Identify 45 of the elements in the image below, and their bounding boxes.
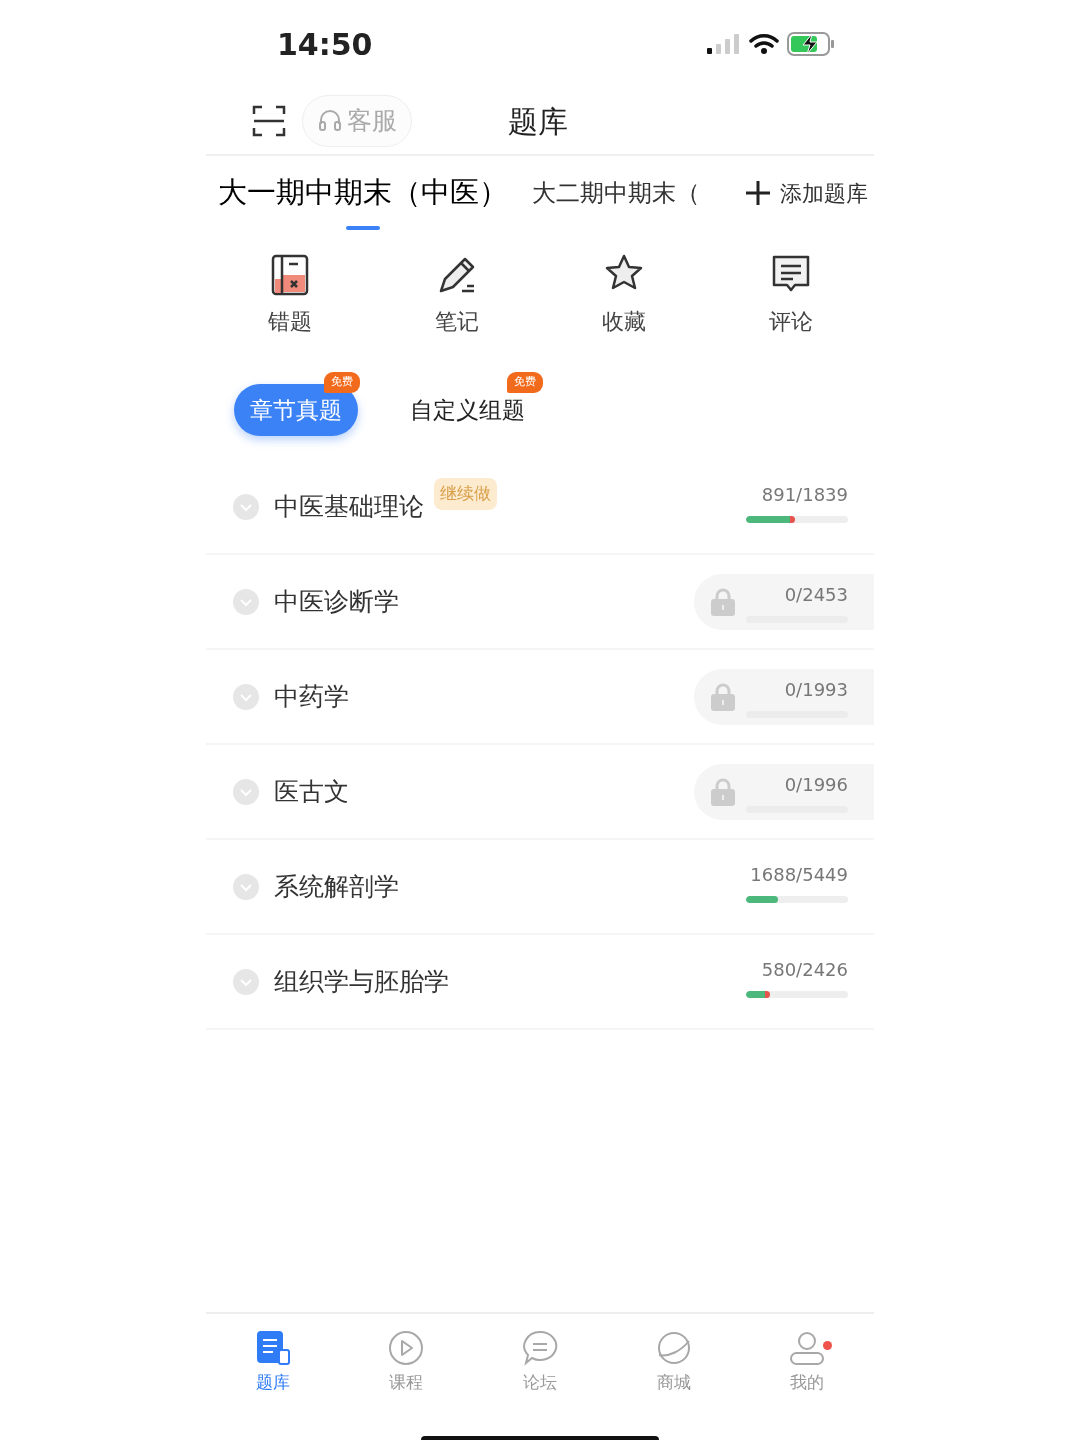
tool-button[interactable]: 笔记	[373, 251, 540, 339]
chevron-down-icon[interactable]	[232, 587, 260, 616]
tool-button[interactable]: 错题	[206, 251, 373, 339]
progress-count: 0/1996	[784, 772, 848, 797]
bank-tab[interactable]: 大二期中期末（	[532, 156, 700, 230]
chevron-down-icon[interactable]	[232, 872, 260, 901]
progress-count: 0/1993	[784, 677, 848, 702]
chapter-name: 组织学与胚胎学	[274, 965, 449, 998]
chapter-name: 系统解剖学	[274, 870, 399, 903]
lock-icon	[710, 776, 736, 807]
chapter-name: 中药学	[274, 680, 349, 713]
free-badge: 免费	[507, 372, 543, 393]
headset-icon	[317, 108, 343, 134]
lock-icon	[710, 586, 736, 617]
tool-button[interactable]: 收藏	[540, 251, 707, 339]
chevron-down-icon[interactable]	[232, 777, 260, 806]
planet-icon	[655, 1330, 692, 1367]
plus-icon	[744, 179, 772, 207]
page-title: 题库	[508, 102, 568, 141]
person-icon	[789, 1330, 826, 1367]
chevron-down-icon[interactable]	[232, 492, 260, 521]
progress-count: 1688/5449	[750, 863, 848, 887]
progress-count: 0/2453	[784, 582, 848, 607]
add-bank-button[interactable]: 添加题库	[738, 175, 874, 211]
progress-count: 580/2426	[761, 958, 848, 982]
lock-icon	[710, 681, 736, 712]
status-time: 14:50	[277, 25, 373, 64]
signal-icon	[707, 33, 741, 55]
chat-bubble-icon	[522, 1330, 558, 1367]
tool-button[interactable]: 评论	[707, 251, 874, 339]
bank-tab[interactable]: 大一期中期末（中医）	[218, 156, 508, 230]
scan-icon[interactable]	[252, 104, 286, 138]
free-badge: 免费	[324, 372, 360, 393]
chapter-name: 医古文	[274, 775, 349, 808]
battery-charging-icon	[787, 32, 835, 56]
continue-tag: 继续做	[434, 478, 497, 510]
progress-count: 891/1839	[761, 483, 848, 507]
play-icon	[388, 1330, 425, 1367]
document-icon	[254, 1330, 291, 1367]
wifi-icon	[749, 33, 779, 55]
chevron-down-icon[interactable]	[232, 967, 260, 996]
chapter-name: 中医基础理论	[274, 490, 424, 523]
chapter-name: 中医诊断学	[274, 585, 399, 618]
nav-tab[interactable]: 题库	[206, 1329, 340, 1397]
chevron-down-icon[interactable]	[232, 682, 260, 711]
